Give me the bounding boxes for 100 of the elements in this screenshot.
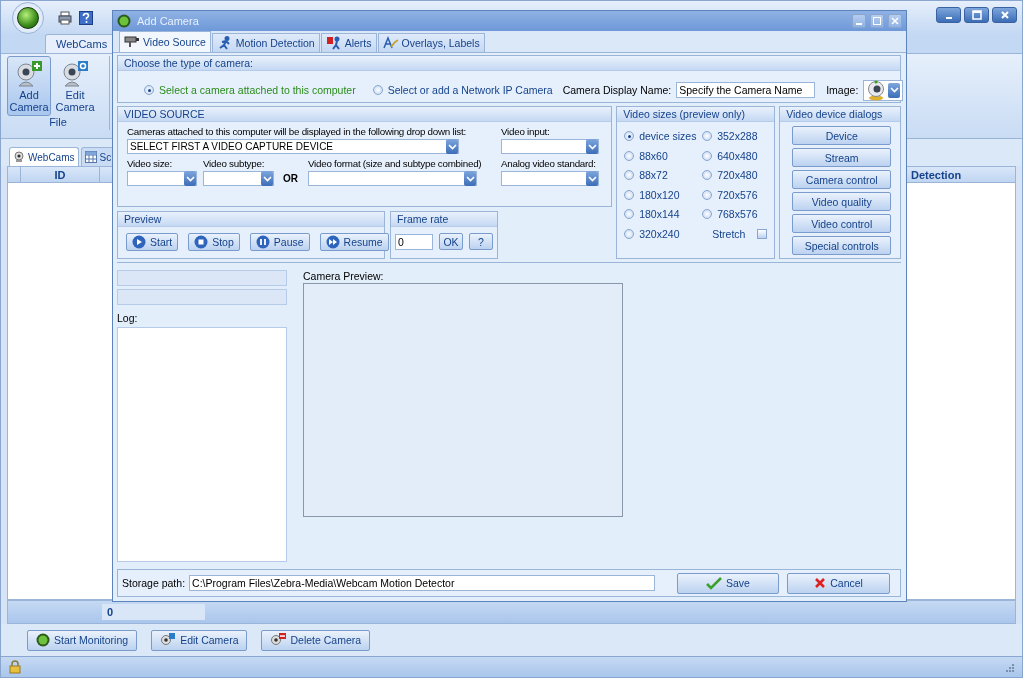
minimize-icon (945, 17, 952, 19)
maximize-button[interactable] (870, 14, 884, 28)
dialog-button[interactable]: Special controls (792, 236, 892, 255)
window-title: Add Camera (137, 15, 199, 27)
section-header: Video device dialogs (780, 107, 900, 122)
section-header: Frame rate (391, 212, 497, 227)
radio-option[interactable]: Select or add a Network IP Camera (372, 84, 553, 96)
webcam-minus-icon (270, 632, 287, 648)
play-icon (132, 235, 146, 249)
field-label: Analog video standard: (501, 158, 597, 169)
camera-name-field[interactable]: Specify the Camera Name (676, 82, 816, 98)
caret-icon (587, 143, 597, 150)
dialog-button[interactable]: Video quality (792, 192, 892, 211)
grid-icon (84, 151, 97, 163)
minimize-button[interactable] (936, 7, 961, 23)
action-button[interactable]: Cancel (787, 572, 890, 594)
storage-path-field[interactable]: C:\Program Files\Zebra-Media\Webcam Motion Detector (189, 575, 655, 591)
toolbar-button[interactable]: Edit Camera (151, 629, 248, 651)
resize-grip-icon[interactable] (1004, 662, 1014, 672)
small-button[interactable]: ? (469, 233, 493, 250)
radio-button[interactable] (624, 228, 635, 239)
media-button[interactable]: Resume (319, 233, 389, 251)
radio-button[interactable] (624, 209, 635, 219)
radio-option[interactable]: 768x576 (702, 208, 779, 220)
radio-button[interactable] (624, 189, 635, 200)
tab[interactable]: Motion Detection (211, 33, 320, 52)
radio-button[interactable] (702, 189, 713, 200)
small-button[interactable]: OK (439, 233, 463, 250)
media-button[interactable]: Stop (188, 233, 240, 251)
webcam-icon (13, 151, 25, 163)
tab[interactable]: Alerts (320, 33, 377, 52)
radio-button[interactable] (624, 131, 635, 141)
radio-option[interactable]: 640x480 (702, 149, 779, 162)
ribbon-button[interactable]: Add Camera (7, 56, 51, 116)
radio-option[interactable]: 88x60 (624, 149, 703, 162)
toolbar-button[interactable]: Start Monitoring (27, 629, 138, 651)
webcam-gear-icon (160, 632, 177, 648)
application-menu-button[interactable] (12, 2, 44, 34)
analog-standard-dropdown[interactable] (501, 171, 599, 186)
webcam-gear-icon (60, 59, 90, 89)
minimize-button[interactable] (852, 14, 866, 28)
radio-option[interactable]: Select a camera attached to this computer (144, 84, 356, 96)
dialog-button[interactable]: Stream (792, 148, 892, 167)
radio-button[interactable] (702, 209, 713, 219)
log-box[interactable] (117, 327, 287, 562)
radio-button[interactable] (702, 170, 713, 180)
print-icon[interactable] (58, 11, 72, 25)
caret-icon (465, 175, 475, 182)
radio-button[interactable] (144, 85, 154, 95)
video-format-dropdown[interactable] (308, 171, 477, 186)
radio-button[interactable] (702, 150, 713, 161)
column-header[interactable]: Detection (907, 167, 1015, 182)
help-icon[interactable] (79, 11, 93, 25)
radio-option[interactable]: 180x120 (624, 188, 703, 201)
ribbon-button[interactable]: Edit Camera (53, 56, 97, 116)
tab[interactable]: Video Source (119, 31, 211, 52)
frame-rate-field[interactable]: 0 (395, 233, 433, 250)
radio-button[interactable] (702, 131, 713, 141)
dialog-button[interactable]: Device (792, 126, 892, 145)
radio-option[interactable]: 88x72 (624, 169, 703, 181)
close-button[interactable] (888, 14, 902, 28)
radio-button[interactable] (372, 85, 383, 95)
radio-button[interactable] (624, 170, 635, 180)
radio-option[interactable]: 180x144 (624, 208, 703, 220)
tab[interactable]: Overlays, Labels (377, 33, 485, 52)
radio-option[interactable]: device sizes (624, 130, 703, 142)
dialog-button[interactable]: Video control (792, 214, 892, 233)
pause-icon (255, 235, 270, 249)
field-label: Storage path: (122, 577, 186, 589)
media-button[interactable]: Start (126, 233, 179, 251)
video-subtype-dropdown[interactable] (203, 171, 274, 186)
action-button[interactable]: Save (676, 572, 780, 594)
field-label: Cameras attached to this computer will be displayed in the following drop down list: (127, 126, 467, 137)
camera-dropdown[interactable]: SELECT FIRST A VIDEO CAPTURE DEVICE (127, 139, 459, 154)
radio-option[interactable]: 720x576 (702, 188, 779, 201)
pen-stroke-icon (382, 36, 399, 50)
radio-button[interactable] (624, 150, 635, 161)
field-label: Log: (117, 312, 139, 324)
video-size-dropdown[interactable] (127, 171, 197, 186)
maximize-button[interactable] (964, 7, 989, 23)
lock-icon (9, 660, 21, 674)
close-button[interactable] (992, 7, 1017, 23)
tab[interactable]: WebCams (9, 147, 79, 166)
toolbar-button[interactable]: Delete Camera (261, 629, 371, 651)
column-header[interactable]: ID (21, 167, 100, 182)
dialog-button[interactable]: Camera control (792, 170, 892, 189)
field-label: Video subtype: (203, 158, 266, 169)
radio-option[interactable]: 320x240 (624, 227, 703, 240)
image-dropdown[interactable] (863, 79, 904, 101)
alarm-figure-icon (325, 36, 342, 50)
checkbox-option[interactable]: Stretch (702, 227, 779, 240)
caret-icon (185, 175, 195, 182)
field-label: Video input: (501, 126, 551, 137)
group-label: File (48, 116, 68, 130)
webcam-plus-icon (14, 59, 44, 89)
media-button[interactable]: Pause (249, 233, 310, 251)
video-input-dropdown[interactable] (501, 139, 599, 154)
radio-option[interactable]: 352x288 (702, 130, 779, 142)
radio-option[interactable]: 720x480 (702, 169, 779, 181)
checkbox[interactable] (757, 228, 768, 239)
